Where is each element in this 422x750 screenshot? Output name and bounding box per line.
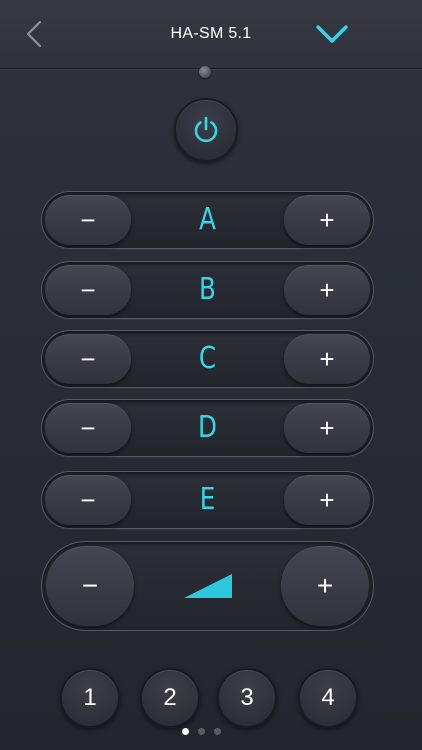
- zone-a-minus-button[interactable]: −: [45, 195, 131, 245]
- zone-c-minus-button[interactable]: −: [45, 334, 131, 384]
- zone-b-plus-button[interactable]: +: [284, 265, 370, 315]
- chevron-down-icon[interactable]: [312, 20, 352, 48]
- volume-down-button[interactable]: −: [46, 546, 134, 626]
- zone-e-minus-button[interactable]: −: [45, 475, 131, 525]
- preset-2-button[interactable]: 2: [140, 668, 200, 728]
- zone-d-control: − D +: [41, 399, 374, 457]
- page-dot-2[interactable]: [198, 728, 205, 735]
- zone-b-control: − B +: [41, 261, 374, 319]
- page-dot-3[interactable]: [214, 728, 221, 735]
- power-icon: [194, 116, 218, 143]
- zone-d-minus-button[interactable]: −: [45, 403, 131, 453]
- zone-b-minus-button[interactable]: −: [45, 265, 131, 315]
- zone-e-control: − E +: [41, 471, 374, 529]
- zone-a-label: A: [199, 202, 216, 237]
- zone-a-control: − A +: [41, 191, 374, 249]
- zone-e-label: E: [199, 482, 216, 517]
- zone-c-plus-button[interactable]: +: [284, 334, 370, 384]
- zone-c-label: C: [198, 341, 217, 376]
- page-dot-1[interactable]: [182, 728, 189, 735]
- volume-up-button[interactable]: +: [281, 546, 369, 626]
- zone-d-label: D: [198, 410, 217, 445]
- chevron-left-icon[interactable]: [18, 18, 50, 50]
- header-bar: HA-SM 5.1: [0, 0, 422, 69]
- volume-control: − +: [41, 541, 374, 631]
- volume-ramp-icon: [184, 574, 232, 598]
- zone-d-plus-button[interactable]: +: [284, 403, 370, 453]
- page-title: HA-SM 5.1: [170, 25, 252, 42]
- zone-e-plus-button[interactable]: +: [284, 475, 370, 525]
- zone-a-plus-button[interactable]: +: [284, 195, 370, 245]
- status-indicator-dot: [199, 66, 211, 78]
- zone-b-label: B: [199, 272, 216, 307]
- preset-3-button[interactable]: 3: [217, 668, 277, 728]
- preset-4-button[interactable]: 4: [298, 668, 358, 728]
- page-indicator: [178, 728, 244, 736]
- zone-c-control: − C +: [41, 330, 374, 388]
- power-button[interactable]: [174, 98, 238, 162]
- preset-1-button[interactable]: 1: [60, 668, 120, 728]
